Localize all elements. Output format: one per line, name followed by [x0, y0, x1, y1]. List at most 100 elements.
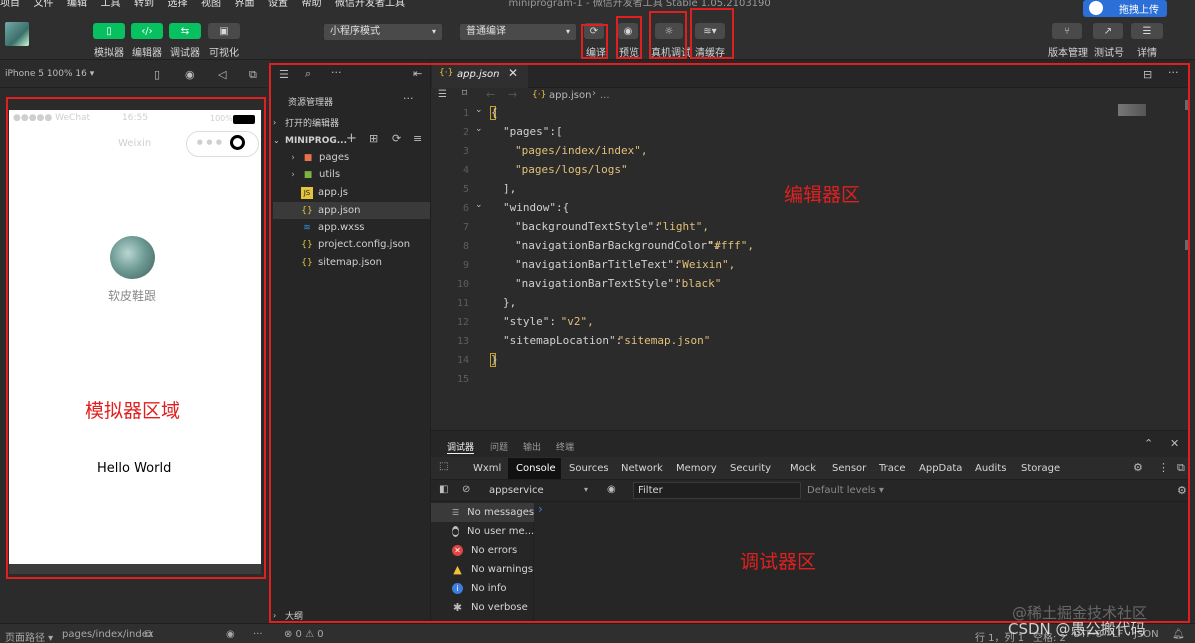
list-item[interactable]: {} sitemap.json	[273, 254, 433, 271]
tab-debugger[interactable]: 调试器	[447, 440, 475, 454]
breadcrumb-more[interactable]: ...	[600, 90, 610, 101]
sidebar-toggle-icon[interactable]: ◧	[439, 484, 448, 495]
clear-cache-button[interactable]: ≋▾	[695, 23, 725, 39]
tab-console[interactable]: Console	[516, 458, 556, 480]
kebab-icon[interactable]: ⋮	[1158, 461, 1169, 474]
eye-icon[interactable]: ◉	[607, 484, 616, 495]
compile-button[interactable]: ⟳	[584, 23, 604, 39]
filter-all-messages[interactable]: ☰ No messages	[431, 503, 534, 522]
refresh-icon[interactable]: ⟳	[392, 132, 401, 145]
more-icon[interactable]: ···	[1168, 66, 1179, 79]
explorer-more-icon[interactable]: ···	[403, 92, 414, 105]
fold-icon[interactable]: ⌄	[475, 124, 483, 134]
menu-edit[interactable]: 编辑	[67, 0, 87, 8]
tab-sources[interactable]: Sources	[569, 458, 609, 480]
list-item[interactable]: ≋ app.wxss	[273, 219, 433, 236]
details-button[interactable]: ☰	[1131, 23, 1163, 39]
popout-icon[interactable]: ⧉	[249, 68, 257, 82]
tab-storage[interactable]: Storage	[1021, 458, 1060, 480]
phone-icon[interactable]: ▯	[154, 68, 160, 81]
compile-select[interactable]: 普通编译 ▾	[460, 24, 576, 40]
filter-user-messages[interactable]: ● No user me...	[431, 522, 534, 541]
real-device-debug-button[interactable]: ☼	[655, 23, 683, 39]
minimap[interactable]	[1118, 104, 1146, 116]
search-icon[interactable]: ⌕	[305, 67, 311, 81]
menu-file[interactable]: 文件	[34, 0, 54, 8]
list-item[interactable]: › ■ pages	[273, 149, 433, 166]
visual-toggle-button[interactable]: ▣	[208, 23, 240, 39]
version-control-button[interactable]: ⑂	[1052, 23, 1082, 39]
device-select[interactable]: iPhone 5 100% 16 ▾	[5, 69, 94, 79]
bookmark-icon[interactable]: ⌑	[462, 88, 467, 99]
filter-errors[interactable]: ✕ No errors	[431, 541, 534, 560]
close-icon[interactable]: ✕	[508, 66, 518, 80]
bell-icon[interactable]: 🔔︎	[1172, 629, 1185, 640]
tab-appdata[interactable]: AppData	[919, 458, 962, 480]
project-avatar[interactable]	[5, 22, 29, 46]
editor-toggle-button[interactable]: ‹/›	[131, 23, 163, 39]
tab-sensor[interactable]: Sensor	[832, 458, 866, 480]
more-icon[interactable]: ···	[331, 66, 342, 79]
tab-output[interactable]: 输出	[523, 440, 541, 453]
gear-icon[interactable]: ⚙	[1177, 484, 1187, 497]
mode-select[interactable]: 小程序模式 ▾	[324, 24, 442, 40]
volume-icon[interactable]: ◁	[218, 68, 226, 81]
menu-help[interactable]: 帮助	[302, 0, 322, 8]
inspect-icon[interactable]: ⬚	[439, 461, 448, 472]
menu-view[interactable]: 视图	[201, 0, 221, 8]
collapse-all-icon[interactable]: ≡	[413, 132, 422, 145]
filter-warnings[interactable]: ▲ No warnings	[431, 560, 534, 579]
console-prompt[interactable]: ›	[538, 502, 543, 516]
menu-goto[interactable]: 转到	[134, 0, 154, 8]
preview-button[interactable]: ◉	[618, 23, 638, 39]
filter-input[interactable]: Filter	[633, 482, 801, 499]
eye-icon[interactable]: ◉	[226, 629, 235, 640]
phone-screen[interactable]	[9, 110, 261, 564]
fold-icon[interactable]: ⌄	[475, 200, 483, 210]
filter-verbose[interactable]: ✱ No verbose	[431, 598, 534, 617]
fold-icon[interactable]: ⌄	[475, 105, 483, 115]
page-path-label[interactable]: 页面路径 ▾	[5, 629, 53, 643]
chevron-up-icon[interactable]: ⌃	[1144, 437, 1153, 450]
menu-interface[interactable]: 界面	[235, 0, 255, 8]
debugger-toggle-button[interactable]: ⇆	[169, 23, 201, 39]
test-account-button[interactable]: ↗	[1093, 23, 1123, 39]
breadcrumb[interactable]: app.json	[549, 90, 591, 101]
tab-security[interactable]: Security	[730, 458, 771, 480]
tab-trace[interactable]: Trace	[879, 458, 906, 480]
open-editors-section[interactable]: › 打开的编辑器	[273, 114, 433, 131]
tab-mock[interactable]: Mock	[790, 458, 816, 480]
tab-wxml[interactable]: Wxml	[473, 458, 501, 480]
menu-project[interactable]: 项目	[0, 0, 20, 8]
menu-select[interactable]: 选择	[168, 0, 188, 8]
tab-network[interactable]: Network	[621, 458, 663, 480]
close-capsule-icon[interactable]	[230, 135, 245, 150]
tab-audits[interactable]: Audits	[975, 458, 1006, 480]
tab-terminal[interactable]: 终端	[556, 440, 574, 453]
collapse-panel-icon[interactable]: ⇤	[413, 67, 422, 80]
dock-icon[interactable]: ⧉	[1177, 461, 1185, 475]
menu-wechat-devtools[interactable]: 微信开发者工具	[335, 0, 405, 8]
split-editor-icon[interactable]: ⊟	[1143, 68, 1152, 81]
tab-problems[interactable]: 问题	[490, 440, 508, 453]
files-icon[interactable]: ☰	[279, 68, 289, 81]
tab-memory[interactable]: Memory	[676, 458, 717, 480]
menu-tools[interactable]: 工具	[101, 0, 121, 8]
close-icon[interactable]: ✕	[1170, 437, 1179, 450]
problems-count[interactable]: ⊗ 0 ⚠ 0	[284, 629, 324, 640]
context-select[interactable]: appservice	[489, 485, 544, 496]
list-item[interactable]: {} app.json	[273, 202, 430, 219]
log-levels-select[interactable]: Default levels ▾	[807, 485, 884, 496]
record-icon[interactable]: ◉	[185, 68, 195, 81]
copy-icon[interactable]: ⧉	[145, 629, 152, 640]
list-icon[interactable]: ☰	[438, 89, 447, 100]
phone-scrollbar[interactable]	[9, 564, 261, 574]
simulator-toggle-button[interactable]: ▯	[93, 23, 125, 39]
new-file-icon[interactable]: +	[346, 131, 357, 146]
list-item[interactable]: JS app.js	[273, 184, 433, 201]
more-dots-icon[interactable]: •••	[195, 134, 224, 152]
menu-settings[interactable]: 设置	[268, 0, 288, 8]
back-icon[interactable]: ←	[486, 88, 495, 101]
more-icon[interactable]: ···	[253, 629, 263, 640]
new-folder-icon[interactable]: ⊞	[369, 132, 378, 145]
